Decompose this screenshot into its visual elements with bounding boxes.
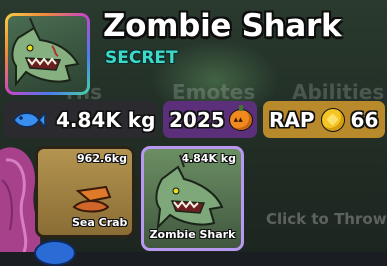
item-name: Zombie Shark	[103, 8, 342, 44]
weight-value: 4.84K kg	[56, 107, 156, 132]
inventory-slot-sea-crab[interactable]: 962.6kg Sea Crab	[35, 146, 135, 238]
rap-pill: RAP 66	[263, 101, 385, 138]
item-rarity: SECRET	[105, 48, 178, 68]
pumpkin-icon: ▴▴	[228, 104, 253, 131]
rap-label: RAP	[269, 107, 315, 132]
inventory-slot-zombie-shark[interactable]: 4.84K kg Zombie Shark	[141, 146, 244, 251]
coin-icon	[320, 107, 345, 132]
fish-icon	[13, 110, 46, 129]
weight-pill: 4.84K kg	[4, 101, 157, 138]
rap-value: 66	[350, 107, 379, 132]
zombie-shark-icon	[11, 17, 80, 87]
item-icon	[8, 16, 87, 92]
throw-hint: Click to Throw	[266, 210, 387, 228]
item-info-panel: Zombie Shark SECRET 4.84K kg 2025 ▴▴ RAP…	[0, 0, 387, 146]
slot-name: Sea Crab	[72, 216, 128, 229]
bottom-button[interactable]	[34, 240, 76, 266]
item-icon-frame	[5, 13, 90, 95]
year-value: 2025	[169, 107, 225, 132]
year-pill: 2025 ▴▴	[163, 101, 257, 138]
slot-name: Zombie Shark	[149, 228, 236, 241]
